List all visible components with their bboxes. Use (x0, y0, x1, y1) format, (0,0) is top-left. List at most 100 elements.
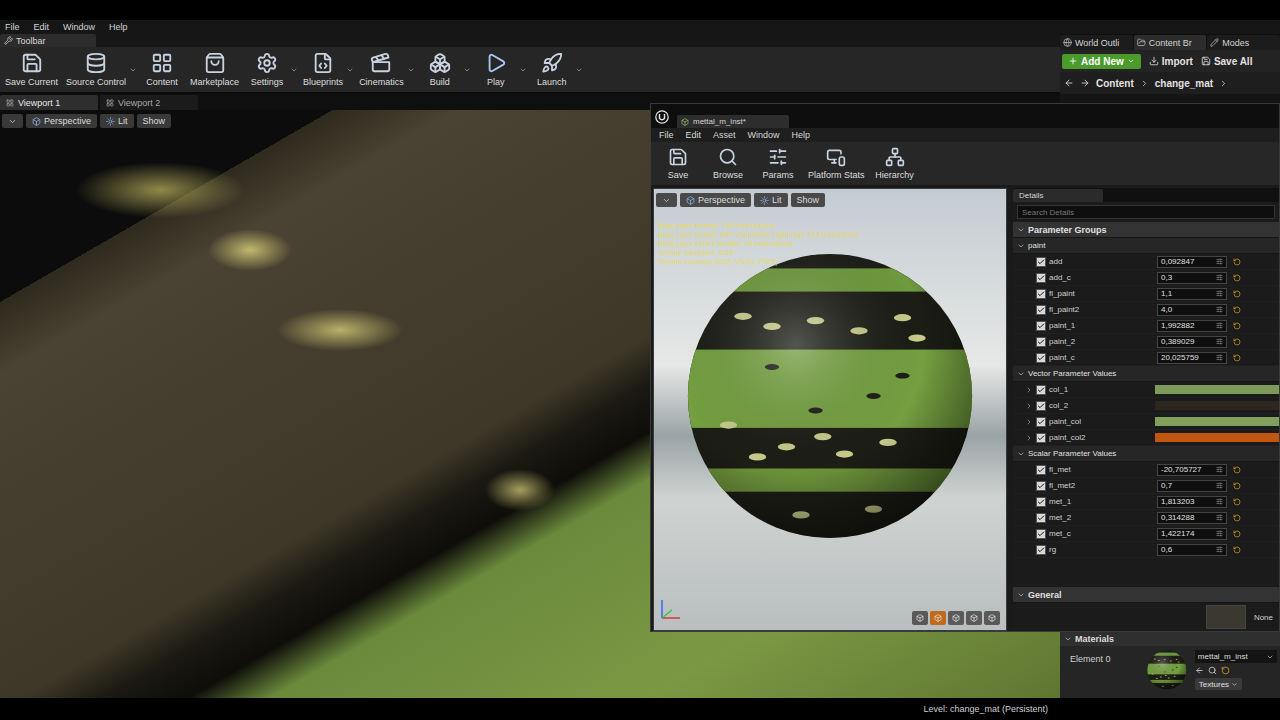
forward-icon[interactable] (1080, 78, 1090, 88)
toolbar-button[interactable]: Cinematics (356, 50, 407, 89)
menu-item[interactable]: Window (63, 22, 95, 32)
viewport-option-button[interactable]: Lit (754, 193, 788, 207)
menu-item[interactable]: Edit (34, 22, 50, 32)
menu-item[interactable]: Asset (713, 130, 736, 140)
reset-icon[interactable] (1233, 306, 1241, 314)
side-tab[interactable]: World Outli (1060, 35, 1133, 50)
dropdown-icon[interactable] (407, 66, 415, 74)
parameter-checkbox[interactable] (1036, 465, 1046, 475)
back-icon[interactable] (1064, 78, 1074, 88)
group-header[interactable]: paint (1013, 238, 1279, 254)
parameter-checkbox[interactable] (1036, 257, 1046, 267)
toolbar-button[interactable]: Hierarchy (872, 145, 918, 182)
value-field[interactable]: 0,6 (1157, 544, 1227, 556)
group-header[interactable]: Vector Parameter Values (1013, 366, 1279, 382)
value-field[interactable]: 1,1 (1157, 288, 1227, 300)
parameter-checkbox[interactable] (1036, 545, 1046, 555)
parameter-checkbox[interactable] (1036, 385, 1046, 395)
toolbar-button[interactable]: Settings (244, 50, 290, 89)
parameter-checkbox[interactable] (1036, 273, 1046, 283)
expand-icon[interactable] (1025, 418, 1033, 426)
expand-icon[interactable] (1025, 402, 1033, 410)
value-field[interactable]: 1,813203 (1157, 496, 1227, 508)
reset-icon[interactable] (1233, 258, 1241, 266)
asset-tab[interactable]: mettal_m_inst* (677, 115, 789, 128)
browse-icon[interactable] (1208, 666, 1217, 675)
value-field[interactable]: 0,092847 (1157, 256, 1227, 268)
reset-icon[interactable] (1221, 666, 1230, 675)
menu-item[interactable]: Window (748, 130, 780, 140)
section-header[interactable]: Parameter Groups (1013, 222, 1279, 238)
menu-item[interactable]: Edit (686, 130, 702, 140)
value-field[interactable]: 0,389029 (1157, 336, 1227, 348)
preview-shape-button[interactable] (948, 611, 964, 625)
value-field[interactable]: 1,422174 (1157, 528, 1227, 540)
side-tab[interactable]: Modes (1207, 35, 1280, 50)
expand-icon[interactable] (1025, 386, 1033, 394)
parameter-checkbox[interactable] (1036, 433, 1046, 443)
parameter-checkbox[interactable] (1036, 513, 1046, 523)
viewport-menu-button[interactable] (656, 193, 677, 207)
parameter-checkbox[interactable] (1036, 337, 1046, 347)
toolbar-button[interactable]: Params (755, 145, 801, 182)
value-field[interactable]: -20,705727 (1157, 464, 1227, 476)
expand-icon[interactable] (1025, 434, 1033, 442)
reset-icon[interactable] (1233, 290, 1241, 298)
textures-button[interactable]: Textures (1195, 678, 1242, 690)
preview-shape-button[interactable] (912, 611, 928, 625)
value-field[interactable]: 1,992882 (1157, 320, 1227, 332)
viewport-option-button[interactable]: Perspective (680, 193, 751, 207)
side-tab[interactable]: Content Br (1134, 35, 1207, 50)
preview-viewport[interactable]: PerspectiveLitShowBase pass shader: 150 … (653, 188, 1007, 631)
toolbar-button[interactable]: Source Control (63, 50, 129, 89)
path-crumb[interactable]: Content (1096, 78, 1134, 89)
viewport-option-button[interactable]: Show (791, 193, 826, 207)
reset-icon[interactable] (1233, 322, 1241, 330)
reset-icon[interactable] (1233, 354, 1241, 362)
value-field[interactable]: 0,3 (1157, 272, 1227, 284)
parameter-checkbox[interactable] (1036, 529, 1046, 539)
parameter-checkbox[interactable] (1036, 417, 1046, 427)
viewport-menu-button[interactable] (2, 114, 23, 128)
dropdown-icon[interactable] (575, 66, 583, 74)
add-new-button[interactable]: Add New (1062, 54, 1141, 69)
parent-value[interactable]: None (1254, 613, 1273, 622)
reset-icon[interactable] (1233, 514, 1241, 522)
reset-icon[interactable] (1233, 546, 1241, 554)
parameter-checkbox[interactable] (1036, 353, 1046, 363)
toolbar-button[interactable]: Platform Stats (805, 145, 868, 182)
viewport-tab[interactable]: Viewport 1 (0, 95, 98, 110)
dropdown-icon[interactable] (463, 66, 471, 74)
menu-item[interactable]: File (659, 130, 674, 140)
preview-shape-button[interactable] (930, 611, 946, 625)
parameter-checkbox[interactable] (1036, 289, 1046, 299)
toolbar-button[interactable]: Launch (529, 50, 575, 89)
toolbar-button[interactable]: Marketplace (187, 50, 242, 89)
viewport-option-button[interactable]: Show (137, 114, 172, 128)
group-header[interactable]: Scalar Parameter Values (1013, 446, 1279, 462)
reset-icon[interactable] (1233, 498, 1241, 506)
path-crumb[interactable]: change_mat (1155, 78, 1213, 89)
preview-shape-button[interactable] (966, 611, 982, 625)
toolbar-button[interactable]: Browse (705, 145, 751, 182)
save-all-button[interactable]: Save All (1201, 56, 1253, 67)
toolbar-button[interactable]: Content (139, 50, 185, 89)
import-button[interactable]: Import (1149, 56, 1193, 67)
toolbar-button[interactable]: Save (655, 145, 701, 182)
materials-header[interactable]: Materials (1060, 632, 1280, 646)
dropdown-icon[interactable] (346, 66, 354, 74)
color-swatch[interactable] (1155, 385, 1279, 394)
value-field[interactable]: 0,314288 (1157, 512, 1227, 524)
color-swatch[interactable] (1155, 433, 1279, 442)
value-field[interactable]: 20,025759 (1157, 352, 1227, 364)
viewport-tab[interactable]: Viewport 2 (100, 95, 198, 110)
dropdown-icon[interactable] (519, 66, 527, 74)
toolbar-tab[interactable]: Toolbar (0, 34, 96, 47)
reset-icon[interactable] (1233, 530, 1241, 538)
preview-shape-button[interactable] (984, 611, 1000, 625)
search-details-input[interactable]: Search Details (1017, 205, 1275, 219)
dropdown-icon[interactable] (129, 66, 137, 74)
menu-item[interactable]: Help (109, 22, 128, 32)
dropdown-icon[interactable] (290, 66, 298, 74)
reset-icon[interactable] (1233, 466, 1241, 474)
